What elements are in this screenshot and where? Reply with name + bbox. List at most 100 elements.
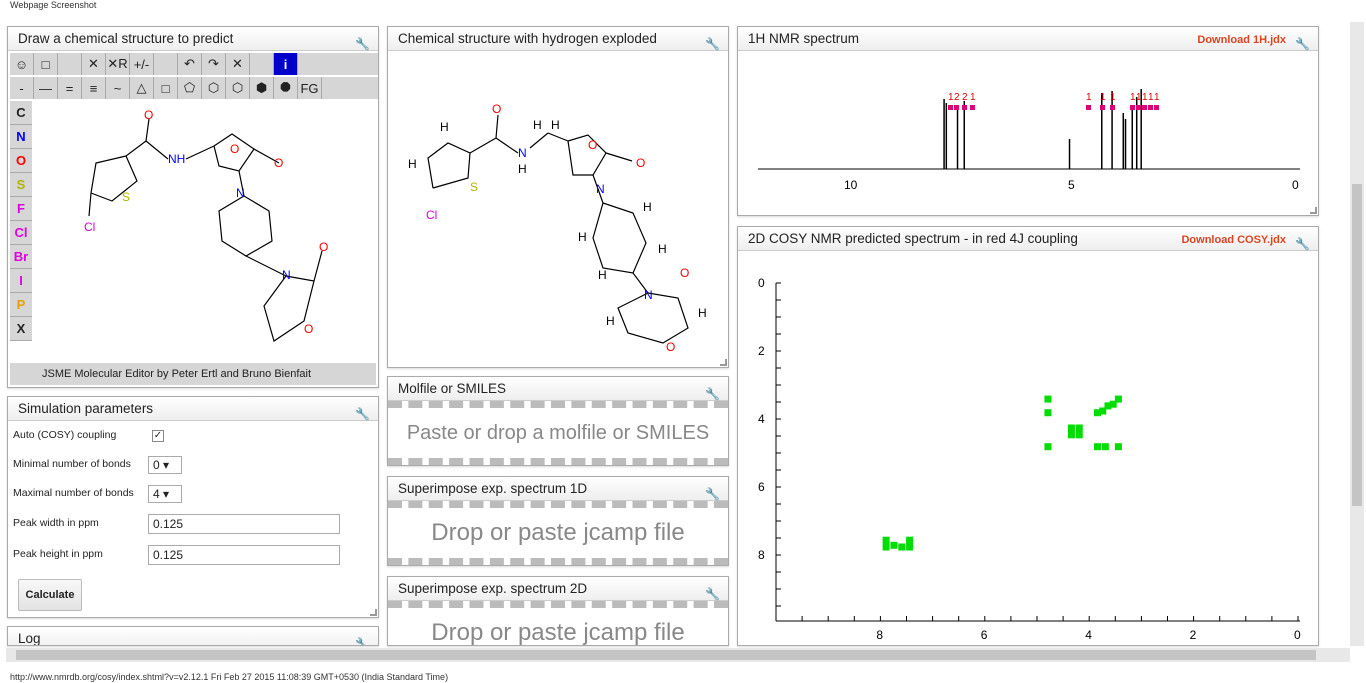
peak-height-input[interactable]: 0.125 <box>148 545 340 565</box>
bond-tool[interactable]: ⬡ <box>226 77 250 99</box>
atom-o[interactable]: O <box>10 149 32 173</box>
cosy-spectrum: 8 6 4 2 0 0 2 4 6 8 <box>758 276 1301 642</box>
scroll-thumb[interactable] <box>1352 184 1362 506</box>
bond-tool[interactable]: ⯃ <box>274 77 298 99</box>
molecule-canvas[interactable]: O NH O O N S Cl N O O <box>34 101 376 363</box>
h1-peak-label: 1 <box>1154 92 1160 103</box>
toolbar-tool[interactable]: ↷ <box>202 53 226 75</box>
toolbar-tool[interactable] <box>250 53 274 75</box>
atom-toolbar: C N O S F Cl Br I P X <box>10 101 32 341</box>
atom-n: N <box>282 268 291 282</box>
resize-handle[interactable] <box>370 609 377 616</box>
cosy-crosspeak <box>1067 431 1075 439</box>
bond-tool[interactable]: □ <box>154 77 178 99</box>
h1-peak-label: 1 <box>1110 92 1116 103</box>
h1-integration-mark <box>962 105 967 110</box>
atom-s[interactable]: S <box>10 173 32 197</box>
toolbar-tool[interactable]: ✕ <box>226 53 250 75</box>
status-url: http://www.nmrdb.org/cosy/index.shtml?v=… <box>10 672 449 682</box>
h1-peak-label: 2 <box>954 92 960 103</box>
peak-height-label: Peak height in ppm <box>13 548 103 560</box>
bond-tool[interactable]: — <box>34 77 58 99</box>
sup2d-title: Superimpose exp. spectrum 2D <box>398 581 588 596</box>
svg-text:N: N <box>518 146 527 160</box>
atom-x[interactable]: X <box>10 317 32 341</box>
peak-width-input[interactable]: 0.125 <box>148 514 340 534</box>
toolbar-tool[interactable] <box>58 53 82 75</box>
h1-integration-mark <box>1142 105 1147 110</box>
bond-tool[interactable]: ⬢ <box>250 77 274 99</box>
h1-tick-label: 5 <box>1068 178 1075 192</box>
h1-integration-mark <box>970 105 975 110</box>
toolbar-tool[interactable]: ☺ <box>10 53 34 75</box>
caption: Webpage Screenshot <box>10 0 97 10</box>
sup2d-panel: Superimpose exp. spectrum 2D 🔧 Drop or pa… <box>387 576 729 646</box>
svg-text:H: H <box>643 200 652 214</box>
min-bonds-select[interactable]: 0 ▾ <box>148 456 182 474</box>
toolbar-tool[interactable] <box>154 53 178 75</box>
svg-text:H: H <box>408 157 417 171</box>
svg-text:H: H <box>698 306 707 320</box>
peak-width-label: Peak width in ppm <box>13 517 99 529</box>
auto-coupling-label: Auto (COSY) coupling <box>13 429 117 441</box>
molfile-dropzone[interactable]: Paste or drop a molfile or SMILES <box>388 401 728 465</box>
horizontal-scrollbar[interactable] <box>6 648 1350 662</box>
atom-c[interactable]: C <box>10 101 32 125</box>
download-cosy-link[interactable]: Download COSY.jdx <box>1181 228 1286 252</box>
download-1h-link[interactable]: Download 1H.jdx <box>1197 28 1286 52</box>
exploded-title: Chemical structure with hydrogen explode… <box>398 31 657 46</box>
log-panel: Log 🔧 <box>7 626 379 646</box>
resize-handle[interactable] <box>720 359 727 366</box>
max-bonds-select[interactable]: 4 ▾ <box>148 485 182 503</box>
atom-n[interactable]: N <box>10 125 32 149</box>
hscroll-thumb[interactable] <box>16 650 1316 660</box>
svg-text:S: S <box>470 180 478 194</box>
cosy-crosspeak <box>882 536 890 544</box>
toolbar-tool[interactable]: ✕ <box>82 53 106 75</box>
cosy-panel: 2D COSY NMR predicted spectrum - in red … <box>737 226 1319 646</box>
bond-tool[interactable]: ⬡ <box>202 77 226 99</box>
calculate-button[interactable]: Calculate <box>18 579 82 611</box>
bond-tool[interactable]: △ <box>130 77 154 99</box>
atom-f[interactable]: F <box>10 197 32 221</box>
bond-tool[interactable]: = <box>58 77 82 99</box>
toolbar-tool[interactable]: i <box>274 53 298 75</box>
atom-p[interactable]: P <box>10 293 32 317</box>
atom-i[interactable]: I <box>10 269 32 293</box>
atom-o: O <box>230 142 239 156</box>
wrench-icon[interactable]: 🔧 <box>355 402 370 426</box>
sup1d-dropzone[interactable]: Drop or paste jcamp file <box>388 501 728 565</box>
toolbar-tool[interactable]: ↶ <box>178 53 202 75</box>
svg-text:H: H <box>518 162 527 176</box>
cosy-crosspeak <box>1114 443 1122 451</box>
resize-handle[interactable] <box>1310 207 1317 214</box>
auto-coupling-checkbox[interactable]: ✓ <box>152 430 164 442</box>
bond-tool[interactable]: ≡ <box>82 77 106 99</box>
toolbar-tool[interactable]: □ <box>34 53 58 75</box>
svg-text:H: H <box>533 118 542 132</box>
vertical-scrollbar[interactable] <box>1350 22 1364 646</box>
cosy-x-label: 0 <box>1294 628 1301 642</box>
bond-tool[interactable]: ~ <box>106 77 130 99</box>
atom-cl[interactable]: Cl <box>10 221 32 245</box>
sup2d-dropzone[interactable]: Drop or paste jcamp file <box>388 601 728 645</box>
atom-o: O <box>304 322 313 336</box>
cosy-crosspeak <box>1044 395 1052 403</box>
draw-title: Draw a chemical structure to predict <box>18 31 234 46</box>
toolbar-tool[interactable]: +/- <box>130 53 154 75</box>
h1-panel: 1H NMR spectrum Download 1H.jdx 🔧 10 5 0 1 2 2 1… <box>737 26 1319 216</box>
jsme-footer: JSME Molecular Editor by Peter Ertl and … <box>10 363 376 385</box>
atom-s: S <box>122 190 130 204</box>
h1-peak-label: 1 <box>1086 92 1092 103</box>
h1-integration-mark <box>1100 105 1105 110</box>
h1-peak-label: 1 <box>970 92 976 103</box>
svg-text:N: N <box>644 288 653 302</box>
wrench-icon[interactable]: 🔧 <box>355 632 370 645</box>
bond-tool[interactable]: ⬠ <box>178 77 202 99</box>
toolbar-tool[interactable]: ✕R <box>106 53 130 75</box>
bond-tool[interactable]: - <box>10 77 34 99</box>
atom-br[interactable]: Br <box>10 245 32 269</box>
bond-tool[interactable]: FG <box>298 77 322 99</box>
cosy-x-label: 6 <box>981 628 988 642</box>
molfile-title: Molfile or SMILES <box>398 381 507 396</box>
